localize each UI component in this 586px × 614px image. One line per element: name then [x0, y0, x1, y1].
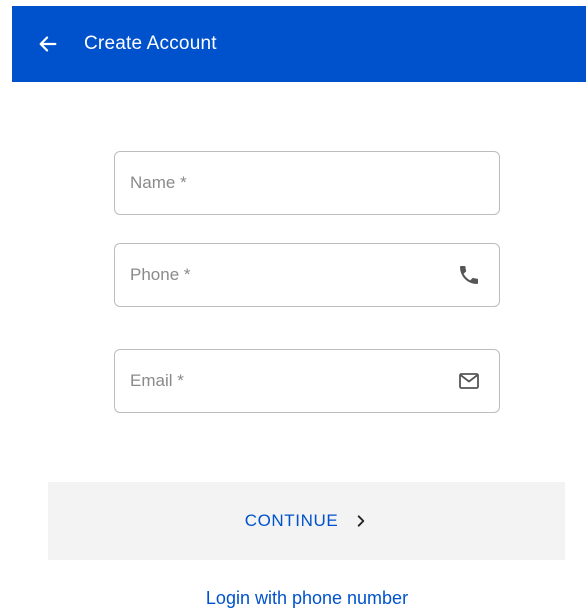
- app-bar: Create Account: [12, 6, 586, 82]
- email-field[interactable]: [114, 349, 500, 413]
- back-button[interactable]: [28, 24, 68, 64]
- login-with-phone-link[interactable]: Login with phone number: [0, 588, 586, 609]
- name-input[interactable]: [115, 152, 499, 214]
- continue-label: CONTINUE: [244, 511, 339, 530]
- phone-icon: [455, 261, 483, 289]
- chevron-right-icon: [354, 514, 368, 528]
- mail-icon: [455, 367, 483, 395]
- phone-field[interactable]: [114, 243, 500, 307]
- email-input[interactable]: [115, 350, 455, 412]
- name-field[interactable]: [114, 151, 500, 215]
- phone-input[interactable]: [115, 244, 455, 306]
- arrow-left-icon: [39, 36, 57, 52]
- page-title: Create Account: [84, 33, 217, 54]
- continue-button[interactable]: CONTINUE: [48, 482, 565, 560]
